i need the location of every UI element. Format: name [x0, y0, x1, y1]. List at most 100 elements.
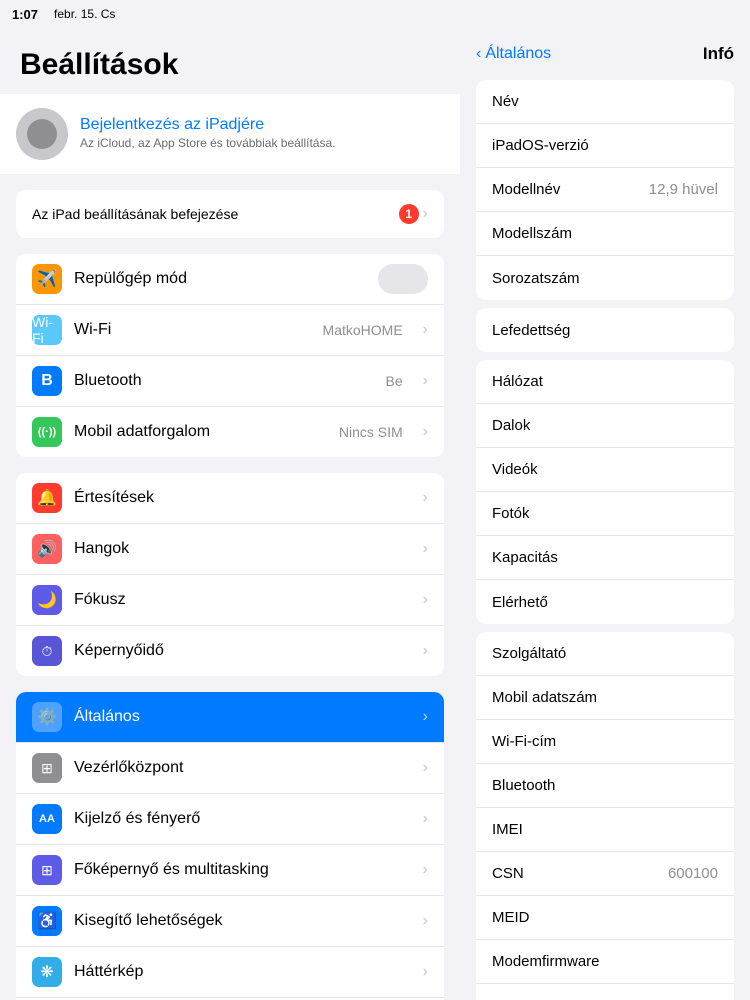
info-mobilszam: Mobil adatszám	[476, 676, 734, 720]
modelname-value: 12,9 hüvel	[649, 181, 718, 198]
setup-badge: 1	[399, 204, 419, 224]
info-header: ‹ Általános Infó	[460, 28, 750, 72]
account-section[interactable]: Bejelentkezés az iPadjére Az iCloud, az …	[0, 94, 460, 174]
controlcenter-row[interactable]: ⊞ Vezérlőközpont ›	[16, 743, 444, 794]
info-title: Infó	[703, 44, 734, 64]
info-modelname: Modellnév 12,9 hüvel	[476, 168, 734, 212]
mobile-value: Nincs SIM	[339, 424, 403, 440]
info-serial: Sorozatszám	[476, 256, 734, 300]
focus-icon: 🌙	[32, 585, 62, 615]
info-imei: IMEI	[476, 808, 734, 852]
mobile-chevron: ›	[423, 423, 428, 441]
back-chevron-icon: ‹	[476, 45, 481, 63]
display-row[interactable]: AA Kijelző és fényerő ›	[16, 794, 444, 845]
serial-label: Sorozatszám	[492, 270, 580, 287]
lefedettség-label: Lefedettség	[492, 322, 570, 339]
bluetooth-label: Bluetooth	[74, 372, 374, 390]
access-chevron: ›	[423, 912, 428, 930]
info-coverage-group: Lefedettség	[476, 308, 734, 352]
info-panel: ‹ Általános Infó Név iPadOS-verzió Model…	[460, 28, 750, 1000]
szolgaltato-label: Szolgáltató	[492, 645, 566, 662]
cc-chevron: ›	[423, 759, 428, 777]
airplane-row[interactable]: ✈️ Repülőgép mód	[16, 254, 444, 305]
general-label: Általános	[74, 708, 407, 726]
wificim-label: Wi-Fi-cím	[492, 733, 556, 750]
homescreen-row[interactable]: ⊞ Főképernyő és multitasking ›	[16, 845, 444, 896]
wallpaper-row[interactable]: ❋ Háttérkép ›	[16, 947, 444, 998]
meid-label: MEID	[492, 909, 530, 926]
wifi-icon: Wi-Fi	[32, 315, 62, 345]
display-label: Kijelző és fényerő	[74, 810, 407, 828]
wifi-row[interactable]: Wi-Fi Wi-Fi MatkoHOME ›	[16, 305, 444, 356]
notifications-group: 🔔 Értesítések › 🔊 Hangok › 🌙 Fókusz › ⏱ …	[16, 473, 444, 676]
info-meid: MEID	[476, 896, 734, 940]
elerheto-label: Elérhető	[492, 594, 548, 611]
csn-value: 600100	[668, 865, 718, 882]
general-row[interactable]: ⚙️ Általános ›	[16, 692, 444, 743]
accessibility-icon: ♿	[32, 906, 62, 936]
info-elerheto: Elérhető	[476, 580, 734, 624]
focus-label: Fókusz	[74, 591, 407, 609]
wallpaper-label: Háttérkép	[74, 963, 407, 981]
bluetooth-value: Be	[386, 373, 403, 389]
chevron-icon: ›	[423, 205, 428, 223]
notifications-icon: 🔔	[32, 483, 62, 513]
status-time: 1:07	[12, 7, 38, 22]
version-label: iPadOS-verzió	[492, 137, 589, 154]
display-chevron: ›	[423, 810, 428, 828]
bluetooth-detail-label: Bluetooth	[492, 777, 555, 794]
wifi-value: MatkoHOME	[323, 322, 403, 338]
back-label: Általános	[485, 45, 551, 63]
bluetooth-row[interactable]: B Bluetooth Be ›	[16, 356, 444, 407]
accessibility-row[interactable]: ♿ Kisegítő lehetőségek ›	[16, 896, 444, 947]
sounds-row[interactable]: 🔊 Hangok ›	[16, 524, 444, 575]
bluetooth-chevron: ›	[423, 372, 428, 390]
avatar	[16, 108, 68, 160]
focus-row[interactable]: 🌙 Fókusz ›	[16, 575, 444, 626]
nev-label: Név	[492, 93, 519, 110]
info-storage-group: Hálózat Dalok Videók Fotók Kapacitás Elé…	[476, 360, 734, 624]
csn-label: CSN	[492, 865, 524, 882]
mobilszam-label: Mobil adatszám	[492, 689, 597, 706]
notifications-label: Értesítések	[74, 489, 407, 507]
settings-panel: Beállítások Bejelentkezés az iPadjére Az…	[0, 28, 460, 1000]
setup-text: Az iPad beállításának befejezése	[32, 206, 238, 222]
screentime-chevron: ›	[423, 642, 428, 660]
airplane-toggle[interactable]	[378, 264, 428, 294]
controlcenter-icon: ⊞	[32, 753, 62, 783]
settings-title: Beállítások	[0, 28, 460, 94]
airplane-icon: ✈️	[32, 264, 62, 294]
setup-banner-right: 1 ›	[391, 204, 428, 224]
info-kapacitas: Kapacitás	[476, 536, 734, 580]
focus-chevron: ›	[423, 591, 428, 609]
info-csn: CSN 600100	[476, 852, 734, 896]
screentime-label: Képernyőidő	[74, 642, 407, 660]
screentime-row[interactable]: ⏱ Képernyőidő ›	[16, 626, 444, 676]
modelname-label: Modellnév	[492, 181, 560, 198]
mobile-icon: ((·))	[32, 417, 62, 447]
wallpaper-chevron: ›	[423, 963, 428, 981]
sounds-label: Hangok	[74, 540, 407, 558]
notifications-row[interactable]: 🔔 Értesítések ›	[16, 473, 444, 524]
back-button[interactable]: ‹ Általános	[476, 45, 551, 63]
info-basic-group: Név iPadOS-verzió Modellnév 12,9 hüvel M…	[476, 80, 734, 300]
info-halozat: Hálózat	[476, 360, 734, 404]
info-videok: Videók	[476, 448, 734, 492]
info-version: iPadOS-verzió	[476, 124, 734, 168]
wallpaper-icon: ❋	[32, 957, 62, 987]
general-chevron: ›	[423, 708, 428, 726]
bluetooth-icon: B	[32, 366, 62, 396]
fotok-label: Fotók	[492, 505, 530, 522]
info-bluetooth-detail: Bluetooth	[476, 764, 734, 808]
sounds-chevron: ›	[423, 540, 428, 558]
accessibility-label: Kisegítő lehetőségek	[74, 912, 407, 930]
account-text: Bejelentkezés az iPadjére Az iCloud, az …	[80, 116, 444, 152]
mobile-label: Mobil adatforgalom	[74, 423, 327, 441]
sounds-icon: 🔊	[32, 534, 62, 564]
setup-banner[interactable]: Az iPad beállításának befejezése 1 ›	[16, 190, 444, 238]
info-seid: SEID	[476, 984, 734, 1000]
mobile-row[interactable]: ((·)) Mobil adatforgalom Nincs SIM ›	[16, 407, 444, 457]
kapacitas-label: Kapacitás	[492, 549, 558, 566]
general-icon: ⚙️	[32, 702, 62, 732]
screentime-icon: ⏱	[32, 636, 62, 666]
